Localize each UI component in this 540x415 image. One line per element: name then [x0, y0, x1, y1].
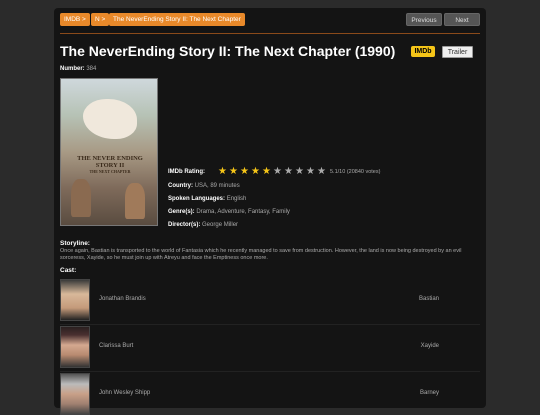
- next-button[interactable]: Next: [444, 13, 480, 26]
- movie-number: Number: 384: [60, 66, 96, 72]
- star-icon[interactable]: ★: [251, 167, 260, 177]
- storyline-text: Once again, Bastian is transported to th…: [60, 248, 462, 261]
- cast-row: Clarissa Burt Xayide: [60, 326, 480, 368]
- country-label: Country:: [168, 183, 193, 189]
- cast-character: Barney: [419, 390, 439, 396]
- poster-figure: [71, 179, 91, 217]
- divider: [60, 371, 480, 372]
- poster-title: THE NEVER ENDING STORY II THE NEXT CHAPT…: [69, 155, 151, 174]
- trailer-button[interactable]: Trailer: [442, 46, 473, 58]
- cast-row: Jonathan Brandis Bastian: [60, 279, 480, 321]
- cast-name[interactable]: Clarissa Burt: [99, 343, 133, 349]
- cast-name[interactable]: John Wesley Shipp: [99, 390, 150, 396]
- rating-label: IMDb Rating:: [168, 169, 205, 175]
- previous-button[interactable]: Previous: [406, 13, 442, 26]
- country-row: Country: USA, 89 minutes: [168, 183, 240, 189]
- number-label: Number:: [60, 66, 85, 72]
- star-icon[interactable]: ★: [317, 167, 326, 177]
- avatar: [60, 373, 90, 415]
- storyline-label: Storyline:: [60, 240, 90, 247]
- cast-name[interactable]: Jonathan Brandis: [99, 296, 146, 302]
- movie-poster: THE NEVER ENDING STORY II THE NEXT CHAPT…: [60, 78, 158, 226]
- cast-character: Bastian: [418, 296, 439, 302]
- page-title: The NeverEnding Story II: The Next Chapt…: [60, 43, 396, 59]
- genres-label: Genre(s):: [168, 209, 195, 215]
- directors-value: George Miller: [202, 222, 239, 228]
- breadcrumb-imdb[interactable]: IMDB >: [60, 13, 90, 26]
- number-value: 384: [86, 66, 97, 72]
- poster-dragon: [83, 99, 137, 139]
- divider: [60, 33, 480, 34]
- star-icon[interactable]: ★: [229, 167, 238, 177]
- star-icon[interactable]: ★: [284, 167, 293, 177]
- avatar: [60, 279, 90, 321]
- cast-row: John Wesley Shipp Barney: [60, 373, 480, 415]
- star-icon[interactable]: ★: [262, 167, 271, 177]
- star-icon[interactable]: ★: [240, 167, 249, 177]
- languages-value: English: [226, 196, 247, 202]
- star-icon[interactable]: ★: [273, 167, 282, 177]
- avatar: [60, 326, 90, 368]
- imdb-link[interactable]: IMDb: [411, 46, 435, 57]
- poster-figure: [125, 183, 145, 219]
- page: IMDB > N > The NeverEnding Story II: The…: [54, 8, 486, 415]
- rating-text: 5.1/10 (20840 votes): [330, 169, 381, 175]
- poster-title-text: THE NEVER ENDING STORY II: [77, 155, 143, 169]
- languages-row: Spoken Languages: English: [168, 196, 246, 202]
- top-bar: IMDB > N > The NeverEnding Story II: The…: [60, 13, 480, 27]
- star-icon[interactable]: ★: [295, 167, 304, 177]
- country-value: USA, 89 minutes: [194, 183, 240, 189]
- breadcrumb-letter[interactable]: N >: [91, 13, 110, 26]
- cast-label: Cast:: [60, 267, 77, 274]
- genres-row: Genre(s): Drama, Adventure, Fantasy, Fam…: [168, 209, 290, 215]
- poster-subtitle-text: THE NEXT CHAPTER: [89, 169, 131, 174]
- languages-label: Spoken Languages:: [168, 196, 226, 202]
- star-icon[interactable]: ★: [218, 167, 227, 177]
- rating-row: IMDb Rating:: [168, 169, 205, 175]
- cast-character: Xayide: [420, 343, 439, 349]
- directors-row: Director(s): George Miller: [168, 222, 238, 228]
- genres-value: Drama, Adventure, Fantasy, Family: [196, 209, 290, 215]
- directors-label: Director(s):: [168, 222, 201, 228]
- star-icon[interactable]: ★: [306, 167, 315, 177]
- divider: [60, 324, 480, 325]
- breadcrumb-current[interactable]: The NeverEnding Story II: The Next Chapt…: [109, 13, 245, 26]
